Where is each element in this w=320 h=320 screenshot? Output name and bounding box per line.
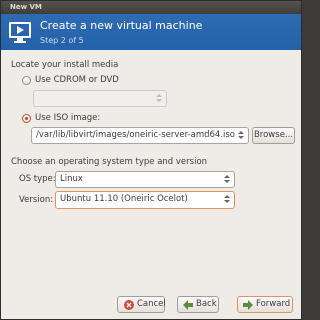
iso-path-value: /var/lib/libvirt/images/oneiric-server-a… [36,130,236,140]
iso-radio-label[interactable]: Use ISO image: [35,113,100,123]
cdrom-radio-label[interactable]: Use CDROM or DVD [35,75,119,85]
new-vm-window: New VM Create a new virtual machine Step… [0,0,302,320]
arrow-left-icon [183,300,193,310]
cdrom-radio[interactable] [22,76,31,85]
install-media-section-label: Locate your install media [11,60,119,70]
combo-arrows-icon [238,131,244,139]
cancel-button[interactable]: Cancel [117,296,166,313]
window-titlebar[interactable]: New VM [1,1,301,14]
iso-radio[interactable] [22,114,31,123]
browse-button[interactable]: Browse... [252,127,295,144]
os-type-combo[interactable]: Linux [55,171,235,188]
wizard-header: Create a new virtual machine Step 2 of 5 [1,14,301,50]
os-type-label: OS type: [19,174,56,184]
wizard-title: Create a new virtual machine [40,19,203,32]
forward-button[interactable]: Forward [237,296,293,313]
combo-arrows-icon [224,175,230,183]
window-title: New VM [10,3,42,11]
os-section-label: Choose an operating system type and vers… [11,157,208,167]
monitor-icon [9,22,31,43]
cancel-button-label: Cancel [137,299,166,309]
back-button[interactable]: Back [177,296,219,313]
back-button-label: Back [196,299,217,309]
os-type-value: Linux [60,174,83,184]
iso-path-combo[interactable]: /var/lib/libvirt/images/oneiric-server-a… [31,127,249,144]
browse-button-label: Browse... [253,130,294,140]
cancel-icon [124,300,134,310]
forward-button-label: Forward [256,299,291,309]
combo-arrows-icon [156,94,162,102]
wizard-step: Step 2 of 5 [40,36,84,45]
version-label: Version: [19,195,54,205]
arrow-right-icon [243,300,253,310]
cdrom-device-combo[interactable] [33,90,167,107]
combo-arrows-icon [224,195,230,203]
version-value: Ubuntu 11.10 (Oneiric Ocelot) [60,194,188,204]
version-combo[interactable]: Ubuntu 11.10 (Oneiric Ocelot) [55,191,235,209]
